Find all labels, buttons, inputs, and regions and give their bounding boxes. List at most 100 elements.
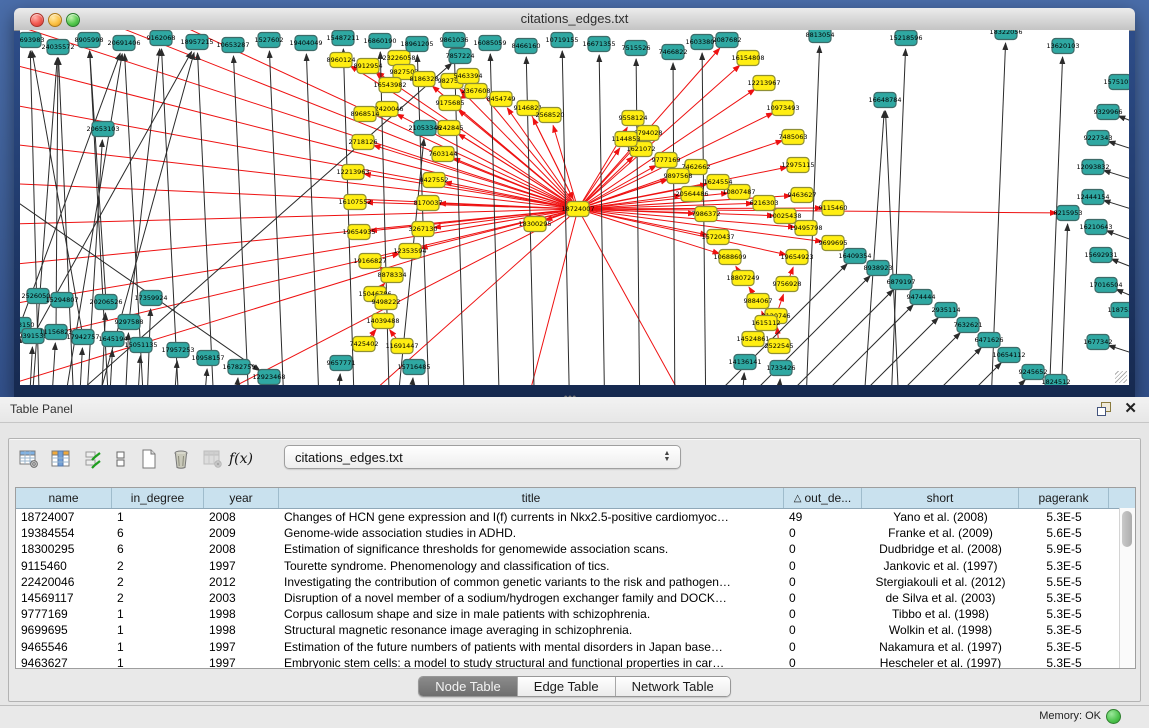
graph-node[interactable]: 9463627 — [788, 188, 817, 203]
tab-node-table[interactable]: Node Table — [419, 677, 518, 696]
table-options-button[interactable] — [13, 445, 45, 473]
graph-node[interactable]: 8938923 — [864, 261, 893, 276]
new-column-button[interactable] — [133, 445, 165, 473]
graph-node[interactable]: 12923468 — [252, 370, 285, 385]
graph-node[interactable]: 9227343 — [1084, 131, 1113, 146]
graph-node[interactable]: 8968514 — [351, 107, 380, 122]
table-vertical-scrollbar[interactable] — [1119, 508, 1135, 668]
graph-node[interactable]: 8813054 — [806, 30, 835, 43]
close-panel-icon[interactable]: ✕ — [1124, 399, 1137, 417]
graph-node[interactable]: 14136141 — [728, 355, 761, 370]
resize-grip[interactable] — [1115, 371, 1127, 383]
graph-node[interactable]: 9558124 — [619, 111, 648, 126]
table-row[interactable]: 946554611997Estimation of the future num… — [16, 639, 1135, 655]
graph-node[interactable]: 23226058 — [382, 51, 415, 66]
graph-node[interactable]: 1645194 — [99, 332, 128, 347]
graph-node[interactable]: 15692931 — [1084, 248, 1117, 263]
graph-node[interactable]: 7603144 — [429, 147, 458, 162]
graph-node[interactable]: 7485063 — [779, 130, 808, 145]
graph-node[interactable]: 13620103 — [1046, 39, 1079, 54]
graph-node[interactable]: 12213963 — [336, 165, 369, 180]
graph-node[interactable]: 9175685 — [436, 96, 465, 111]
graph-node[interactable]: 5463394 — [454, 69, 483, 84]
table-row[interactable]: 1938455462009Genome-wide association stu… — [16, 525, 1135, 541]
graph-node[interactable]: 15218596 — [889, 31, 922, 46]
delete-column-button[interactable] — [165, 445, 197, 473]
graph-node[interactable]: 19654923 — [780, 250, 813, 265]
graph-node[interactable]: 9297588 — [115, 315, 144, 330]
graph-node[interactable]: 1677342 — [1084, 335, 1113, 350]
column-header-pagerank[interactable]: pagerank — [1019, 488, 1109, 508]
graph-node[interactable]: 10688609 — [713, 250, 746, 265]
graph-node[interactable]: 8905998 — [75, 33, 104, 48]
column-header-name[interactable]: name — [16, 488, 112, 508]
graph-node[interactable]: 8960124 — [327, 53, 356, 68]
graph-node[interactable]: 9861036 — [440, 33, 469, 48]
graph-node[interactable]: 9474444 — [907, 290, 936, 305]
graph-node[interactable]: 2522545 — [765, 339, 794, 354]
table-row[interactable]: 1830029562008Estimation of significance … — [16, 541, 1135, 557]
graph-node[interactable]: 9498222 — [372, 295, 401, 310]
graph-node[interactable]: 9884067 — [744, 294, 773, 309]
graph-node[interactable]: 16409354 — [838, 249, 871, 264]
graph-node[interactable]: 15487211 — [326, 31, 359, 46]
graph-node[interactable]: 16210643 — [1079, 220, 1112, 235]
graph-node[interactable]: 1624554 — [704, 175, 733, 190]
graph-node[interactable]: 1824512 — [1042, 375, 1071, 386]
graph-node[interactable]: 6879197 — [887, 275, 916, 290]
graph-node[interactable]: 2087682 — [713, 33, 742, 48]
graph-node[interactable]: 11691447 — [385, 339, 418, 354]
graph-node[interactable]: 1527602 — [255, 33, 284, 48]
float-panel-icon[interactable] — [1097, 402, 1111, 416]
graph-node[interactable]: 18322056 — [989, 30, 1022, 40]
graph-node[interactable]: 10654112 — [992, 348, 1025, 363]
graph-node[interactable]: 12975115 — [781, 158, 814, 173]
table-row[interactable]: 969969511998Structural magnetic resonanc… — [16, 622, 1135, 638]
graph-node[interactable]: 2718126 — [349, 135, 378, 150]
graph-node[interactable]: 1187532 — [1108, 303, 1129, 318]
graph-node[interactable]: 16860190 — [363, 34, 396, 49]
graph-node[interactable]: 8878334 — [378, 268, 407, 283]
graph-node[interactable]: 20206526 — [89, 295, 122, 310]
column-header-title[interactable]: title — [279, 488, 784, 508]
graph-node[interactable]: 9657771 — [327, 356, 356, 371]
graph-node[interactable]: 10958157 — [191, 351, 224, 366]
graph-node[interactable]: 8912954 — [354, 59, 383, 74]
graph-node[interactable]: 7632621 — [954, 318, 983, 333]
graph-node[interactable]: 10719155 — [545, 33, 578, 48]
column-header-in_degree[interactable]: in_degree — [112, 488, 204, 508]
graph-node[interactable]: 8170037 — [414, 196, 443, 211]
graph-node[interactable]: 16107552 — [338, 195, 371, 210]
graph-node[interactable]: 3267130 — [409, 222, 438, 237]
graph-node[interactable]: 9329966 — [1094, 105, 1123, 120]
graph-node[interactable]: 15751074 — [1103, 75, 1129, 90]
graph-node[interactable]: 9756928 — [773, 277, 802, 292]
graph-node[interactable]: 16671355 — [582, 37, 615, 52]
column-header-short[interactable]: short — [862, 488, 1019, 508]
graph-node[interactable]: 19654935 — [342, 225, 375, 240]
graph-node[interactable]: 12093832 — [1076, 160, 1109, 175]
graph-node[interactable]: 1615112 — [752, 316, 781, 331]
graph-node[interactable]: 17957253 — [161, 343, 194, 358]
graph-node[interactable]: 2568520 — [536, 108, 565, 123]
graph-node[interactable]: 12444154 — [1076, 190, 1109, 205]
graph-node[interactable]: 8186328 — [410, 72, 439, 87]
function-builder-button[interactable]: f(x) — [229, 445, 253, 473]
scrollbar-thumb[interactable] — [1122, 511, 1132, 547]
table-row[interactable]: 911546021997Tourette syndrome. Phenomeno… — [16, 558, 1135, 574]
graph-node[interactable]: 7515526 — [622, 41, 651, 56]
show-columns-button[interactable] — [45, 445, 77, 473]
table-row[interactable]: 1456911722003Disruption of a novel membe… — [16, 590, 1135, 606]
table-select-dropdown[interactable]: citations_edges.txt ▲ ▼ — [284, 445, 681, 469]
graph-node[interactable]: 8427552 — [420, 173, 449, 188]
window-titlebar[interactable]: citations_edges.txt — [14, 8, 1135, 31]
graph-node[interactable]: 18957215 — [180, 35, 213, 50]
graph-node[interactable]: 16648784 — [868, 93, 901, 108]
graph-node[interactable]: 7425402 — [350, 337, 379, 352]
graph-node[interactable]: 16154808 — [731, 51, 764, 66]
graph-node[interactable]: 15716485 — [397, 360, 430, 375]
graph-node[interactable]: 18961205 — [400, 37, 433, 52]
network-view[interactable]: 1872400789601248912954232260589827503818… — [20, 30, 1129, 385]
table-row[interactable]: 2242004622012Investigating the contribut… — [16, 574, 1135, 590]
graph-node[interactable]: 19404049 — [289, 36, 322, 51]
